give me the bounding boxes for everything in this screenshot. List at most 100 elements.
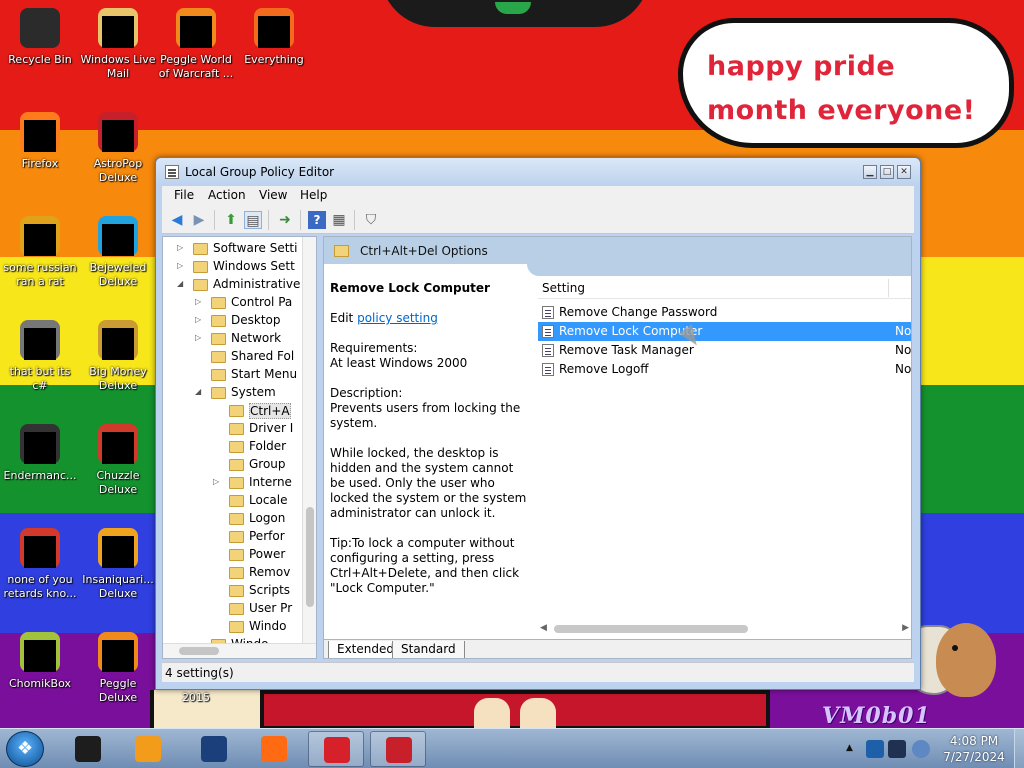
collapsed-arrow-icon[interactable]: ▷ <box>177 243 187 252</box>
desktop-icon[interactable]: Big Money Deluxe <box>79 318 157 393</box>
scrollbar-thumb[interactable] <box>306 507 314 607</box>
tree-item[interactable]: Group <box>163 456 303 474</box>
tree-item[interactable]: Remov <box>163 564 303 582</box>
setting-row[interactable]: Remove Lock Computer No <box>538 322 911 341</box>
collapsed-arrow-icon[interactable]: ▷ <box>195 297 205 306</box>
taskbar-button-firefox[interactable] <box>246 731 302 767</box>
desktop-icon[interactable]: ChomikBox <box>1 630 79 691</box>
setting-row[interactable]: Remove Logoff No <box>538 360 911 379</box>
tree-item[interactable]: ◢ System <box>163 384 303 402</box>
tree-item[interactable]: Scripts <box>163 582 303 600</box>
filter-icon[interactable]: ⛉ <box>362 211 380 229</box>
desktop-icon[interactable]: Chuzzle Deluxe <box>79 422 157 497</box>
taskbar-button-globe-app[interactable] <box>186 731 242 767</box>
tree-item[interactable]: ◢ Administrative <box>163 276 303 294</box>
menu-file[interactable]: File <box>174 188 194 202</box>
desktop-icon[interactable]: that but its c# <box>1 318 79 393</box>
policy-setting-link[interactable]: policy setting <box>357 311 438 325</box>
desktop-icon[interactable]: Peggle Deluxe <box>79 630 157 705</box>
monitor-icon[interactable] <box>888 740 906 758</box>
desktop-icon[interactable]: Bejeweled Deluxe <box>79 214 157 289</box>
taskbar-button-toolbox[interactable] <box>370 731 426 767</box>
show-desktop-button[interactable] <box>1014 729 1024 768</box>
tree-item[interactable]: ▷ Control Pa <box>163 294 303 312</box>
tree-item[interactable]: Perfor <box>163 528 303 546</box>
desktop-icon[interactable]: Recycle Bin <box>1 6 79 67</box>
clock[interactable]: 4:08 PM 7/27/2024 <box>936 733 1012 765</box>
vm-watermark: VM0b01 <box>822 703 931 728</box>
menu-view[interactable]: View <box>259 188 287 202</box>
show-hidden-icons-button[interactable]: ▲ <box>846 743 853 753</box>
tree-horizontal-scrollbar[interactable] <box>163 643 316 658</box>
tree-item[interactable]: ▷ Desktop <box>163 312 303 330</box>
minimize-button[interactable]: ▁ <box>863 165 877 179</box>
up-folder-icon[interactable]: ⬆ <box>222 211 240 229</box>
tree-item[interactable]: Windo <box>163 618 303 636</box>
network-icon[interactable] <box>866 740 884 758</box>
expanded-arrow-icon[interactable]: ◢ <box>177 279 187 288</box>
desktop-icon[interactable]: none of you retards kno... <box>1 526 79 601</box>
tree-vertical-scrollbar[interactable] <box>302 237 316 643</box>
scroll-right-arrow[interactable]: ▶ <box>902 623 909 633</box>
start-button[interactable] <box>6 731 44 767</box>
details-header: Ctrl+Alt+Del Options <box>324 237 911 265</box>
taskbar-button-media-player[interactable] <box>120 731 176 767</box>
show-hide-tree-icon[interactable]: ▤ <box>244 211 262 229</box>
menu-action[interactable]: Action <box>208 188 246 202</box>
column-setting[interactable]: Setting <box>542 281 585 295</box>
desktop-icon[interactable]: Windows Live Mail <box>79 6 157 81</box>
tree-item[interactable]: Shared Fol <box>163 348 303 366</box>
expanded-arrow-icon[interactable]: ◢ <box>195 387 205 396</box>
forward-arrow-icon[interactable]: ▶ <box>190 211 208 229</box>
tree-item[interactable]: Locale <box>163 492 303 510</box>
properties-icon[interactable]: ▦ <box>330 211 348 229</box>
tree-item[interactable]: Ctrl+A <box>163 402 303 420</box>
tree-item[interactable]: ▷ Windows Sett <box>163 258 303 276</box>
policy-editor-icon <box>165 165 179 179</box>
tree-item[interactable]: ▷ Network <box>163 330 303 348</box>
title-bar[interactable]: Local Group Policy Editor ▁ □ ✕ <box>156 158 920 186</box>
desktop-icon[interactable]: Endermanc... <box>1 422 79 483</box>
volume-icon[interactable] <box>912 740 930 758</box>
tree-pane[interactable]: ▷ Software Setti ▷ Windows Sett ◢ Administrat… <box>162 236 317 659</box>
folder-icon <box>229 495 244 507</box>
scroll-left-arrow[interactable]: ◀ <box>540 623 547 633</box>
tree-item[interactable]: ▷ Software Setti <box>163 240 303 258</box>
desktop-icon[interactable]: Firefox <box>1 110 79 171</box>
menu-help[interactable]: Help <box>300 188 327 202</box>
desktop-icon[interactable]: Insaniquari... Deluxe <box>79 526 157 601</box>
scrollbar-thumb[interactable] <box>554 625 748 633</box>
tree-item[interactable]: Power <box>163 546 303 564</box>
desktop-icon[interactable]: Everything <box>235 6 313 67</box>
desktop-icon[interactable]: some russian ran a rat <box>1 214 79 289</box>
maximize-button[interactable]: □ <box>880 165 894 179</box>
setting-row[interactable]: Remove Change Password <box>538 303 911 322</box>
tree-item[interactable]: Driver I <box>163 420 303 438</box>
app-black-box-icon <box>75 736 101 762</box>
collapsed-arrow-icon[interactable]: ▷ <box>213 477 223 486</box>
tree-item[interactable]: User Pr <box>163 600 303 618</box>
desktop-icon[interactable]: AstroPop Deluxe <box>79 110 157 185</box>
export-list-icon[interactable]: ➜ <box>276 211 294 229</box>
setting-row[interactable]: Remove Task Manager No <box>538 341 911 360</box>
tree-item[interactable]: Folder <box>163 438 303 456</box>
close-button[interactable]: ✕ <box>897 165 911 179</box>
collapsed-arrow-icon[interactable]: ▷ <box>195 333 205 342</box>
group-policy-editor-window[interactable]: Local Group Policy Editor ▁ □ ✕ File Act… <box>155 157 921 690</box>
clock-time: 4:08 PM <box>949 734 999 748</box>
help-icon[interactable]: ? <box>308 211 326 229</box>
settings-horizontal-scrollbar[interactable]: ◀ ▶ <box>538 622 911 637</box>
tree-item[interactable]: Start Menu <box>163 366 303 384</box>
scrollbar-thumb[interactable] <box>179 647 219 655</box>
back-arrow-icon[interactable]: ◀ <box>168 211 186 229</box>
column-separator[interactable] <box>888 279 889 297</box>
collapsed-arrow-icon[interactable]: ▷ <box>177 261 187 270</box>
tree-item[interactable]: Logon <box>163 510 303 528</box>
settings-list[interactable]: Setting Remove Change Password Remove Loc… <box>538 275 911 635</box>
desktop-icon[interactable]: Peggle World of Warcraft ... <box>157 6 235 81</box>
collapsed-arrow-icon[interactable]: ▷ <box>195 315 205 324</box>
tab-standard[interactable]: Standard <box>392 641 465 658</box>
taskbar-button-peggle[interactable] <box>308 731 364 767</box>
taskbar-button-app-black-box[interactable] <box>60 731 116 767</box>
tree-item[interactable]: ▷ Interne <box>163 474 303 492</box>
